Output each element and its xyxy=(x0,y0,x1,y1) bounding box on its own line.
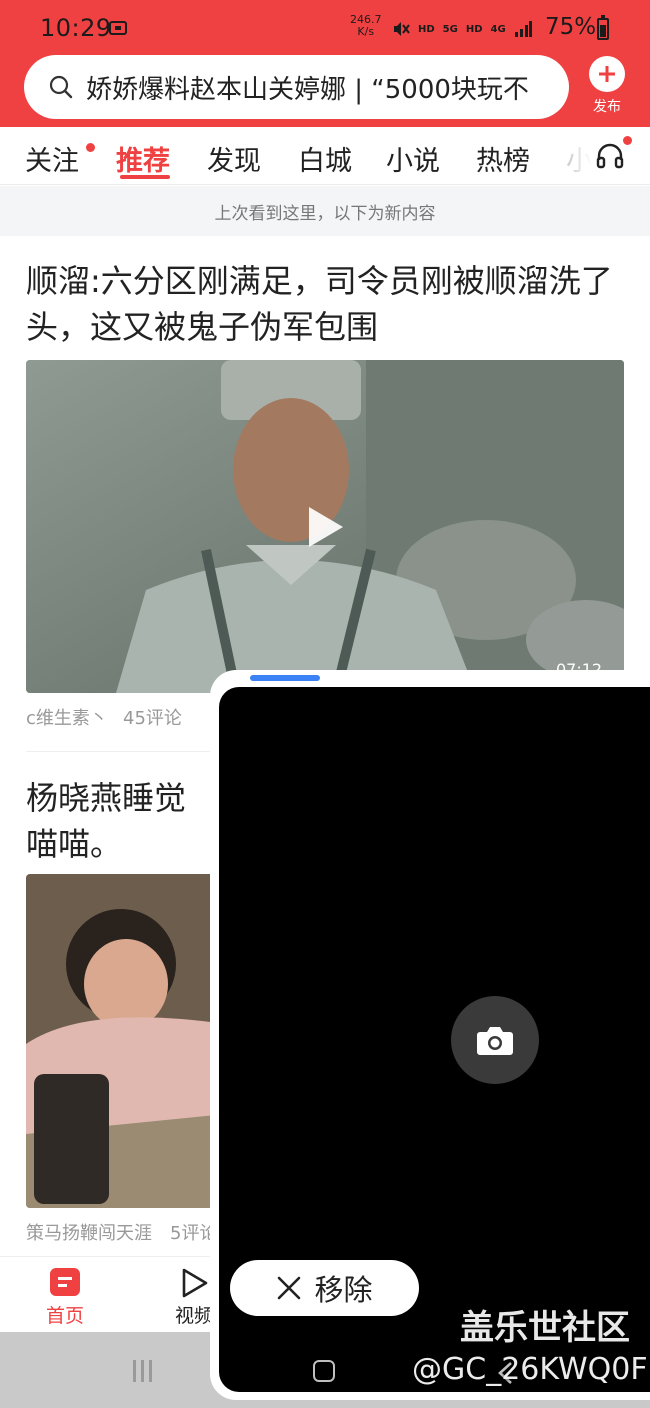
video-icon xyxy=(182,1268,208,1298)
channel-tabs: 关注 推荐 发现 白城 小说 热榜 小 xyxy=(0,127,650,185)
tab-discover[interactable]: 发现 xyxy=(207,139,261,178)
battery-icon xyxy=(597,15,609,40)
headphone-icon[interactable] xyxy=(595,140,625,170)
home-button-icon[interactable] xyxy=(313,1360,335,1382)
remove-label: 移除 xyxy=(314,1273,373,1307)
tab-novel[interactable]: 小说 xyxy=(386,139,440,178)
plus-icon xyxy=(589,56,625,92)
headphone-dot-badge xyxy=(623,136,632,145)
watermark: 盖乐世社区 xyxy=(460,1308,630,1348)
battery-percent: 75% xyxy=(545,14,597,40)
status-bar: 10:29 246.7 K/s HD 5G HD 4G 75% xyxy=(0,0,650,56)
network-speed: 246.7 K/s xyxy=(350,13,382,38)
refresh-notice: 上次看到这里，以下为新内容 xyxy=(0,186,650,236)
follow-dot-badge xyxy=(86,143,95,152)
signal-icon xyxy=(514,21,532,37)
5g-label: 5G xyxy=(442,23,458,35)
camera-button[interactable] xyxy=(451,996,539,1084)
search-query: 娇娇爆料赵本山关婷娜 | “5000块玩不 xyxy=(86,74,529,105)
play-icon[interactable] xyxy=(305,505,345,549)
floating-window-handle[interactable] xyxy=(250,675,320,681)
4g-label: 4G xyxy=(490,23,506,35)
search-icon xyxy=(49,75,73,99)
home-icon xyxy=(50,1268,80,1296)
status-time: 10:29 xyxy=(40,14,112,42)
tabs-fade xyxy=(560,127,600,184)
active-tab-indicator xyxy=(120,175,170,179)
status-icons: HD 5G HD 4G xyxy=(392,18,532,40)
mute-icon xyxy=(394,22,410,36)
article-comments: 45评论 xyxy=(123,708,182,729)
nav-home[interactable]: 首页 xyxy=(35,1267,95,1328)
search-bar[interactable]: 娇娇爆料赵本山关婷娜 | “5000块玩不 xyxy=(24,55,569,119)
article-author[interactable]: c维生素丶 xyxy=(26,704,108,730)
tab-baicheng[interactable]: 白城 xyxy=(298,139,352,178)
tab-hot[interactable]: 热榜 xyxy=(476,139,530,178)
article-author-2[interactable]: 策马扬鞭闯天涯 xyxy=(26,1219,152,1245)
publish-label: 发布 xyxy=(593,99,621,115)
camera-icon xyxy=(477,1027,513,1055)
top-header: 10:29 246.7 K/s HD 5G HD 4G 75% 娇娇爆料赵本山关… xyxy=(0,0,650,127)
hd-label: HD xyxy=(418,23,435,35)
remove-button[interactable]: 移除 xyxy=(230,1260,419,1316)
user-tag: @GC_26KWQ0F xyxy=(412,1352,648,1387)
image-thumbnail-photo xyxy=(26,874,226,1208)
article-title[interactable]: 顺溜:六分区刚满足，司令员刚被顺溜洗了头，这又被鬼子伪军包围 xyxy=(26,258,626,350)
tab-follow[interactable]: 关注 xyxy=(25,139,79,178)
hd-label-2: HD xyxy=(465,23,483,35)
screen-record-icon xyxy=(109,21,127,35)
publish-button[interactable]: 发布 xyxy=(584,56,630,116)
close-icon xyxy=(278,1276,301,1300)
image-thumbnail[interactable] xyxy=(26,874,226,1208)
recent-apps-icon[interactable] xyxy=(130,1358,156,1384)
screen: 10:29 246.7 K/s HD 5G HD 4G 75% 娇娇爆料赵本山关… xyxy=(0,0,650,1408)
tab-recommend[interactable]: 推荐 xyxy=(116,139,170,178)
